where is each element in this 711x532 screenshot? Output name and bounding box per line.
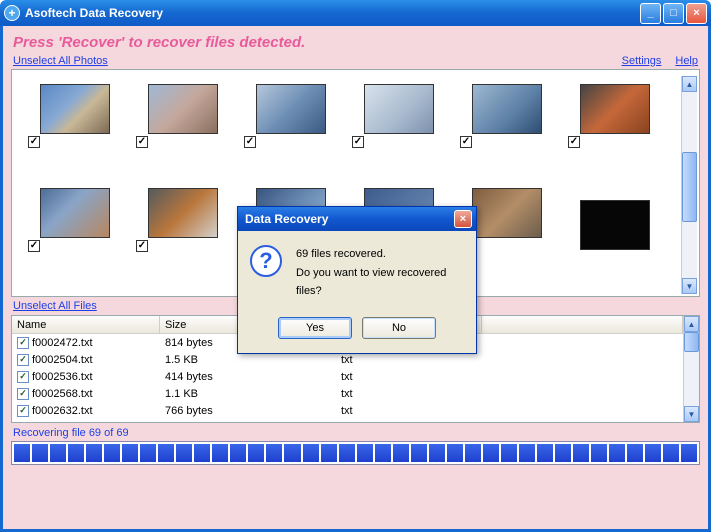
settings-link[interactable]: Settings [622,55,662,67]
recovery-complete-dialog: Data Recovery × ? 69 files recovered. Do… [237,206,477,354]
table-row[interactable]: f0002568.txt 1.1 KB txt [12,385,683,402]
instruction-text: Press 'Recover' to recover files detecte… [11,32,700,55]
titlebar: Asoftech Data Recovery _ □ × [0,0,711,26]
photo-thumbnail [40,84,110,134]
scroll-thumb[interactable] [684,332,699,352]
dialog-titlebar: Data Recovery × [238,207,476,231]
file-size: 414 bytes [160,370,336,384]
close-button[interactable]: × [686,3,707,24]
scroll-up-button[interactable]: ▲ [682,76,697,92]
question-icon: ? [250,245,282,277]
file-size: 1.1 KB [160,387,336,401]
photo-thumbnail [364,84,434,134]
photo-scrollbar[interactable]: ▲ ▼ [681,76,697,294]
photo-thumbnail [472,188,542,238]
col-header-empty [482,316,683,333]
scroll-thumb[interactable] [682,152,697,222]
photo-thumbnail [472,84,542,134]
no-button[interactable]: No [362,317,436,339]
file-checkbox[interactable] [17,405,29,417]
file-size: 766 bytes [160,404,336,418]
photo-item[interactable] [454,76,562,176]
status-text: Recovering file 69 of 69 [11,423,700,441]
file-name: f0002472.txt [32,337,93,349]
progress-bar [11,441,700,465]
unselect-all-photos-link[interactable]: Unselect All Photos [13,55,108,67]
table-row[interactable]: f0002632.txt 766 bytes txt [12,402,683,419]
photo-checkbox[interactable] [28,136,40,148]
photo-thumbnail [148,188,218,238]
file-ext: txt [336,353,482,367]
file-checkbox[interactable] [17,354,29,366]
file-name: f0002568.txt [32,388,93,400]
photo-checkbox[interactable] [136,240,148,252]
photo-checkbox[interactable] [352,136,364,148]
file-checkbox[interactable] [17,388,29,400]
file-checkbox[interactable] [17,337,29,349]
photo-item[interactable] [130,76,238,176]
photo-item[interactable] [22,76,130,176]
file-checkbox[interactable] [17,371,29,383]
photo-item[interactable] [346,76,454,176]
scroll-up-button[interactable]: ▲ [684,316,699,332]
photo-checkbox[interactable] [244,136,256,148]
dialog-message: 69 files recovered. Do you want to view … [296,245,464,301]
window-title: Asoftech Data Recovery [25,6,640,20]
photo-checkbox[interactable] [136,136,148,148]
help-link[interactable]: Help [675,55,698,67]
photo-item[interactable] [22,180,130,280]
photo-thumbnail [256,84,326,134]
photo-item[interactable] [562,180,670,280]
photo-item[interactable] [562,76,670,176]
unselect-all-files-link[interactable]: Unselect All Files [13,300,97,312]
photo-checkbox[interactable] [568,136,580,148]
file-size: 1.5 KB [160,353,336,367]
photo-item[interactable] [130,180,238,280]
scroll-down-button[interactable]: ▼ [684,406,699,422]
dialog-line2: Do you want to view recovered files? [296,264,464,301]
file-ext: txt [336,404,482,418]
file-name: f0002504.txt [32,354,93,366]
minimize-button[interactable]: _ [640,3,661,24]
scroll-track[interactable] [682,92,697,278]
yes-button[interactable]: Yes [278,317,352,339]
photo-thumbnail [580,200,650,250]
scroll-down-button[interactable]: ▼ [682,278,697,294]
file-ext: txt [336,370,482,384]
dialog-close-button[interactable]: × [454,210,472,228]
dialog-line1: 69 files recovered. [296,245,464,264]
file-name: f0002632.txt [32,405,93,417]
photo-thumbnail [148,84,218,134]
photo-checkbox[interactable] [460,136,472,148]
photo-thumbnail [40,188,110,238]
table-row[interactable]: f0002536.txt 414 bytes txt [12,368,683,385]
photo-checkbox[interactable] [28,240,40,252]
file-scrollbar[interactable]: ▲ ▼ [683,316,699,422]
file-name: f0002536.txt [32,371,93,383]
photo-item[interactable] [238,76,346,176]
scroll-track[interactable] [684,332,699,406]
col-header-name[interactable]: Name [12,316,160,333]
file-ext: txt [336,387,482,401]
photo-thumbnail [580,84,650,134]
app-icon [4,5,20,21]
dialog-title: Data Recovery [242,212,454,226]
maximize-button[interactable]: □ [663,3,684,24]
